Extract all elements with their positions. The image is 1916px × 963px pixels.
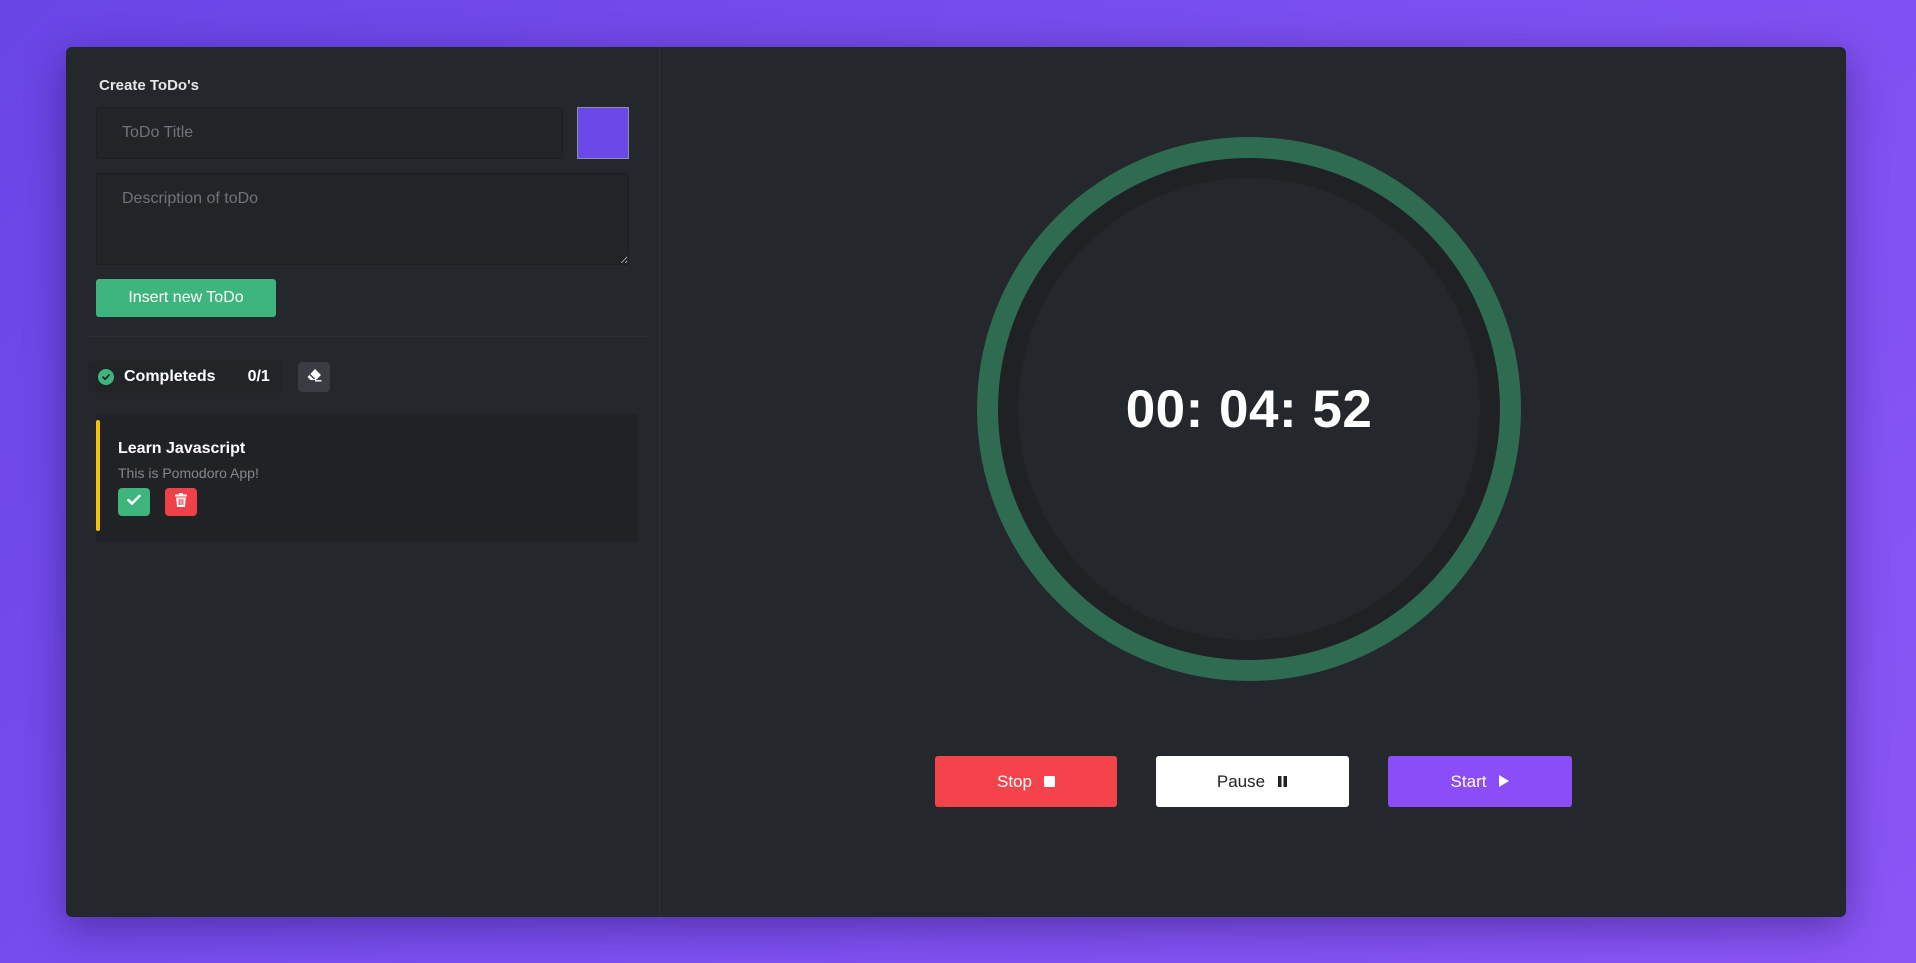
todo-title-input[interactable] [96,107,563,159]
delete-todo-button[interactable] [165,488,197,516]
pause-button[interactable]: Pause [1156,756,1349,807]
stop-button[interactable]: Stop [935,756,1117,807]
stop-label: Stop [997,771,1032,791]
insert-todo-button[interactable]: Insert new ToDo [96,279,276,317]
trash-icon [175,492,187,512]
create-todo-heading: Create ToDo's [99,77,199,94]
todo-item: Learn Javascript This is Pomodoro App! [96,414,638,542]
todo-actions [118,488,197,516]
completed-count: 0/1 [247,368,270,385]
todo-title: Learn Javascript [118,440,246,457]
todo-description-input[interactable] [96,173,629,265]
completed-label: Completeds [124,368,216,385]
pause-label: Pause [1216,771,1266,791]
pomodoro-app: Create ToDo's Insert new ToDo Completeds… [66,47,1846,917]
eraser-icon [306,368,322,387]
timer-dial: 00: 04: 52 [977,137,1521,681]
color-picker[interactable] [577,107,629,159]
todo-color-bar [96,420,100,531]
start-button[interactable]: Start [1388,756,1572,807]
todo-description: This is Pomodoro App! [118,465,259,481]
play-icon [1498,772,1510,792]
start-label: Start [1450,771,1487,791]
timer-panel: 00: 04: 52 Stop Pause Start [660,47,1846,917]
complete-todo-button[interactable] [118,488,150,516]
completed-summary: Completeds 0/1 [88,361,282,393]
timer-display: 00: 04: 52 [1125,379,1373,439]
pause-icon [1277,772,1288,792]
check-circle-icon [98,369,114,385]
completed-bar: Completeds 0/1 [88,361,330,393]
title-row [96,107,629,159]
clear-completed-button[interactable] [297,362,330,392]
stop-icon [1043,772,1055,792]
todo-panel: Create ToDo's Insert new ToDo Completeds… [66,47,660,917]
divider [88,336,647,337]
check-icon [127,493,141,511]
